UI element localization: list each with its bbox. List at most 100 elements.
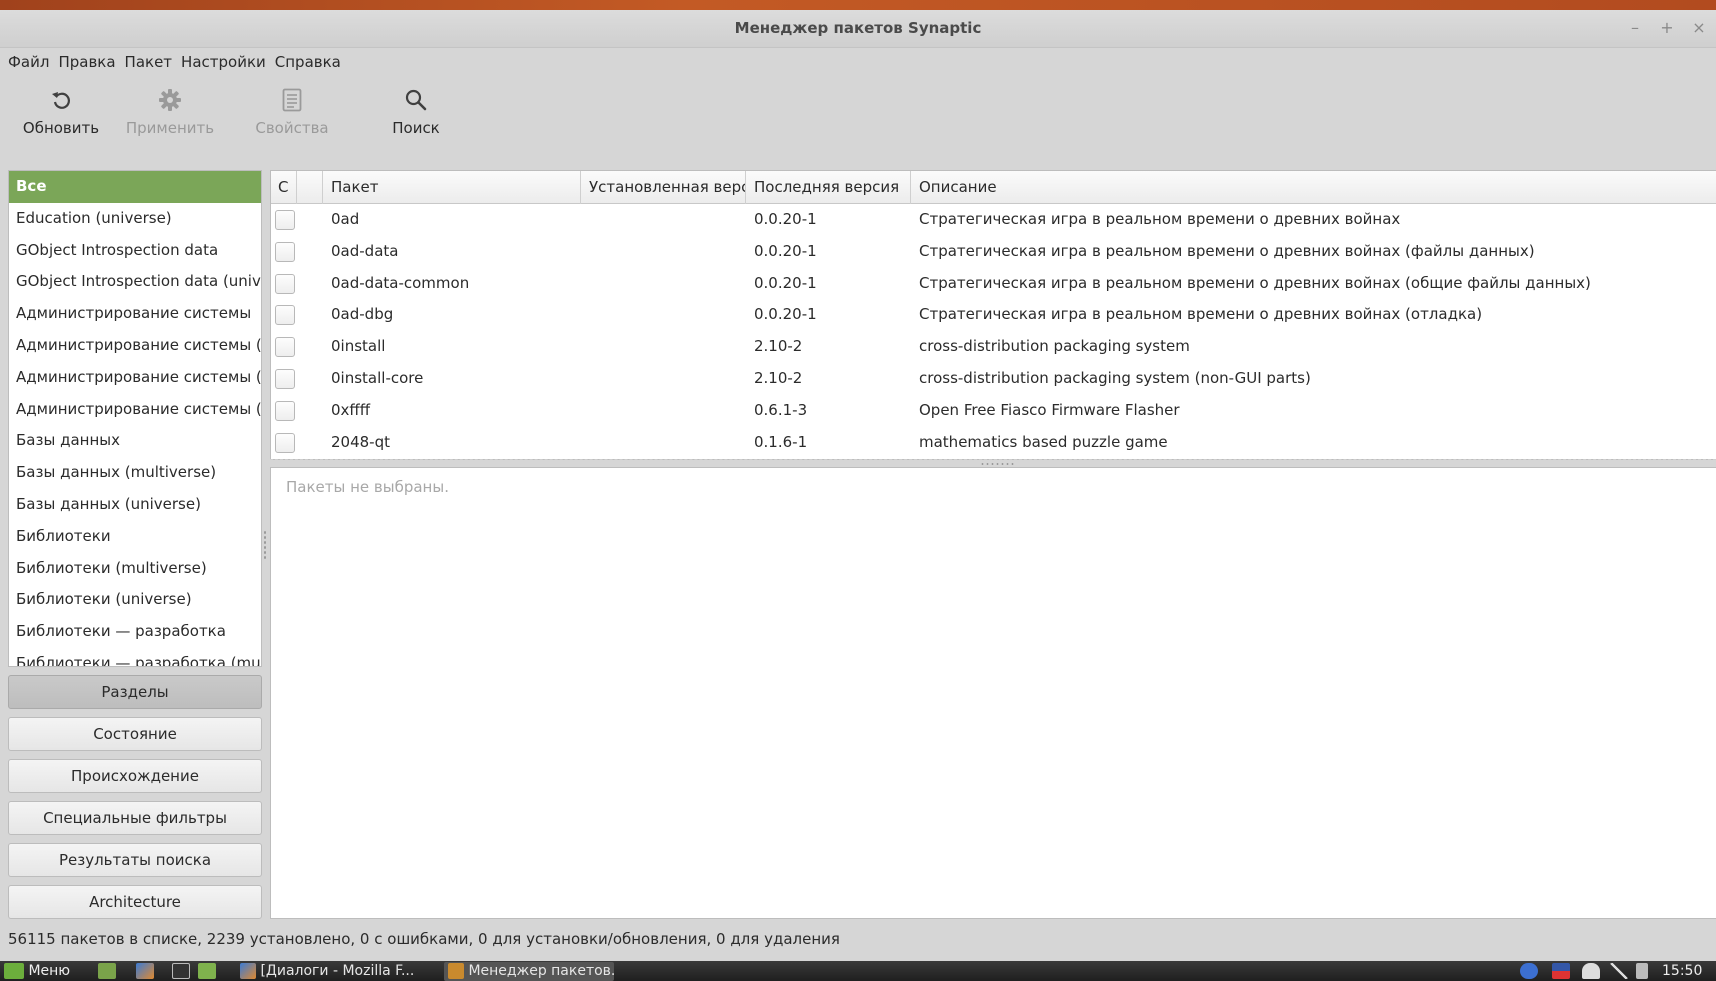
menu-file[interactable]: Файл: [8, 48, 56, 76]
package-checkbox[interactable]: [275, 305, 295, 326]
package-checkbox[interactable]: [275, 400, 295, 421]
taskbar-menu-button[interactable]: Меню: [4, 961, 70, 981]
filter-sections-button[interactable]: Разделы: [8, 675, 262, 709]
section-item[interactable]: Библиотеки — разработка (multiverse): [9, 648, 261, 666]
apply-button[interactable]: Применить: [115, 84, 225, 152]
table-row[interactable]: 0xffff 0.6.1-3 Open Free Fiasco Firmware F…: [271, 395, 1716, 427]
filter-search-results-button[interactable]: Результаты поиска: [8, 843, 262, 877]
flag-icon: [1552, 963, 1570, 979]
shield-icon: [1520, 963, 1538, 979]
section-item[interactable]: Базы данных: [9, 425, 261, 457]
refresh-icon: [6, 84, 116, 116]
package-checkbox[interactable]: [275, 241, 295, 262]
menu-package[interactable]: Пакет: [125, 48, 180, 76]
taskbar-window-label: Менеджер пакетов...: [468, 963, 614, 979]
package-name: 0ad-data: [331, 241, 399, 260]
column-description[interactable]: Описание: [911, 171, 1716, 204]
tray-keyboard-layout[interactable]: [1552, 961, 1570, 981]
files-launcher[interactable]: [198, 961, 216, 981]
section-item[interactable]: Администрирование системы: [9, 298, 261, 330]
firefox-icon: [240, 963, 256, 979]
tray-power[interactable]: [1636, 961, 1648, 981]
properties-icon: [237, 84, 347, 116]
window-title: Менеджер пакетов Synaptic: [734, 19, 982, 37]
table-row[interactable]: 0ad 0.0.20-1 Стратегическая игра в реально…: [271, 204, 1716, 236]
table-row[interactable]: 0ad-dbg 0.0.20-1 Стратегическая игра в реа…: [271, 299, 1716, 331]
toolbar: Обновить Применить Свойства Поиск: [0, 78, 1716, 158]
package-name: 0xffff: [331, 400, 371, 419]
table-row[interactable]: 0install 2.10-2 cross-distribution packagi…: [271, 331, 1716, 363]
close-button[interactable]: ×: [1690, 18, 1708, 37]
gear-icon: [115, 84, 225, 116]
menu-edit[interactable]: Правка: [58, 48, 122, 76]
properties-button[interactable]: Свойства: [237, 84, 347, 152]
tray-shield[interactable]: [1520, 961, 1538, 981]
battery-icon: [1636, 963, 1648, 979]
package-name: 0ad-dbg: [331, 305, 394, 324]
tray-user[interactable]: [1582, 961, 1600, 981]
menu-help[interactable]: Справка: [275, 48, 348, 76]
package-checkbox[interactable]: [275, 337, 295, 358]
package-description: mathematics based puzzle game: [919, 432, 1168, 451]
terminal-launcher[interactable]: [172, 961, 190, 981]
column-latest-version[interactable]: Последняя версия: [746, 171, 911, 204]
table-row[interactable]: 0install-core 2.10-2 cross-distribution pa…: [271, 363, 1716, 395]
sections-list[interactable]: Все Education (universe) GObject Introsp…: [8, 170, 262, 667]
column-support[interactable]: [297, 171, 323, 204]
clock[interactable]: 15:50: [1662, 961, 1702, 981]
section-item[interactable]: Библиотеки (multiverse): [9, 553, 261, 585]
filter-custom-button[interactable]: Специальные фильтры: [8, 801, 262, 835]
filter-status-button[interactable]: Состояние: [8, 717, 262, 751]
package-checkbox[interactable]: [275, 273, 295, 294]
latest-version: 0.0.20-1: [754, 305, 817, 324]
section-item[interactable]: Администрирование системы (restricted): [9, 362, 261, 394]
section-item[interactable]: Администрирование системы (universe): [9, 394, 261, 426]
package-checkbox[interactable]: [275, 210, 295, 230]
firefox-launcher[interactable]: [136, 961, 154, 981]
package-checkbox[interactable]: [275, 369, 295, 389]
table-row[interactable]: 0ad-data 0.0.20-1 Стратегическая игра в ре…: [271, 236, 1716, 268]
section-item[interactable]: Библиотеки — разработка: [9, 616, 261, 648]
section-item[interactable]: Базы данных (multiverse): [9, 457, 261, 489]
show-desktop-launcher[interactable]: [98, 961, 116, 981]
search-button[interactable]: Поиск: [361, 84, 471, 152]
pane-splitter-vertical[interactable]: [263, 530, 267, 560]
latest-version: 0.6.1-3: [754, 400, 808, 419]
section-item[interactable]: Базы данных (universe): [9, 489, 261, 521]
title-bar[interactable]: Менеджер пакетов Synaptic – + ×: [0, 10, 1716, 48]
section-item[interactable]: Библиотеки: [9, 521, 261, 553]
section-item[interactable]: Education (universe): [9, 203, 261, 235]
section-item[interactable]: Библиотеки (universe): [9, 584, 261, 616]
section-item-all[interactable]: Все: [9, 171, 261, 203]
package-description: cross-distribution packaging system (non…: [919, 369, 1311, 387]
mint-logo-icon: [4, 963, 24, 979]
section-item[interactable]: GObject Introspection data (universe): [9, 266, 261, 298]
firefox-icon: [136, 963, 154, 979]
taskbar-window-firefox[interactable]: [Диалоги - Mozilla F...: [236, 962, 432, 981]
package-checkbox[interactable]: [275, 432, 295, 453]
maximize-button[interactable]: +: [1658, 18, 1676, 37]
package-details-pane: Пакеты не выбраны.: [270, 467, 1716, 919]
filter-architecture-button[interactable]: Architecture: [8, 885, 262, 919]
package-description: Стратегическая игра в реальном времени о…: [919, 305, 1483, 324]
search-icon: [361, 84, 471, 116]
properties-label: Свойства: [255, 119, 329, 137]
tray-network[interactable]: [1610, 961, 1628, 981]
folder-icon: [198, 963, 216, 979]
section-item[interactable]: GObject Introspection data: [9, 235, 261, 267]
minimize-button[interactable]: –: [1626, 18, 1644, 37]
installed-version: [581, 427, 746, 459]
table-row[interactable]: 2048-qt 0.1.6-1 mathematics based puzzle g…: [271, 427, 1716, 459]
table-row[interactable]: 0ad-data-common 0.0.20-1 Стратегическая иг…: [271, 268, 1716, 300]
section-item[interactable]: Администрирование системы (multiverse): [9, 330, 261, 362]
filter-origin-button[interactable]: Происхождение: [8, 759, 262, 793]
no-package-selected-text: Пакеты не выбраны.: [286, 478, 449, 496]
column-package[interactable]: Пакет: [323, 171, 581, 204]
taskbar-window-synaptic[interactable]: Менеджер пакетов...: [444, 962, 614, 981]
menu-settings[interactable]: Настройки: [181, 48, 273, 76]
latest-version: 0.0.20-1: [754, 273, 817, 292]
column-status[interactable]: С: [271, 171, 297, 204]
pane-splitter-horizontal[interactable]: [980, 462, 1014, 466]
column-installed-version[interactable]: Установленная версия: [581, 171, 746, 204]
reload-button[interactable]: Обновить: [6, 84, 116, 152]
